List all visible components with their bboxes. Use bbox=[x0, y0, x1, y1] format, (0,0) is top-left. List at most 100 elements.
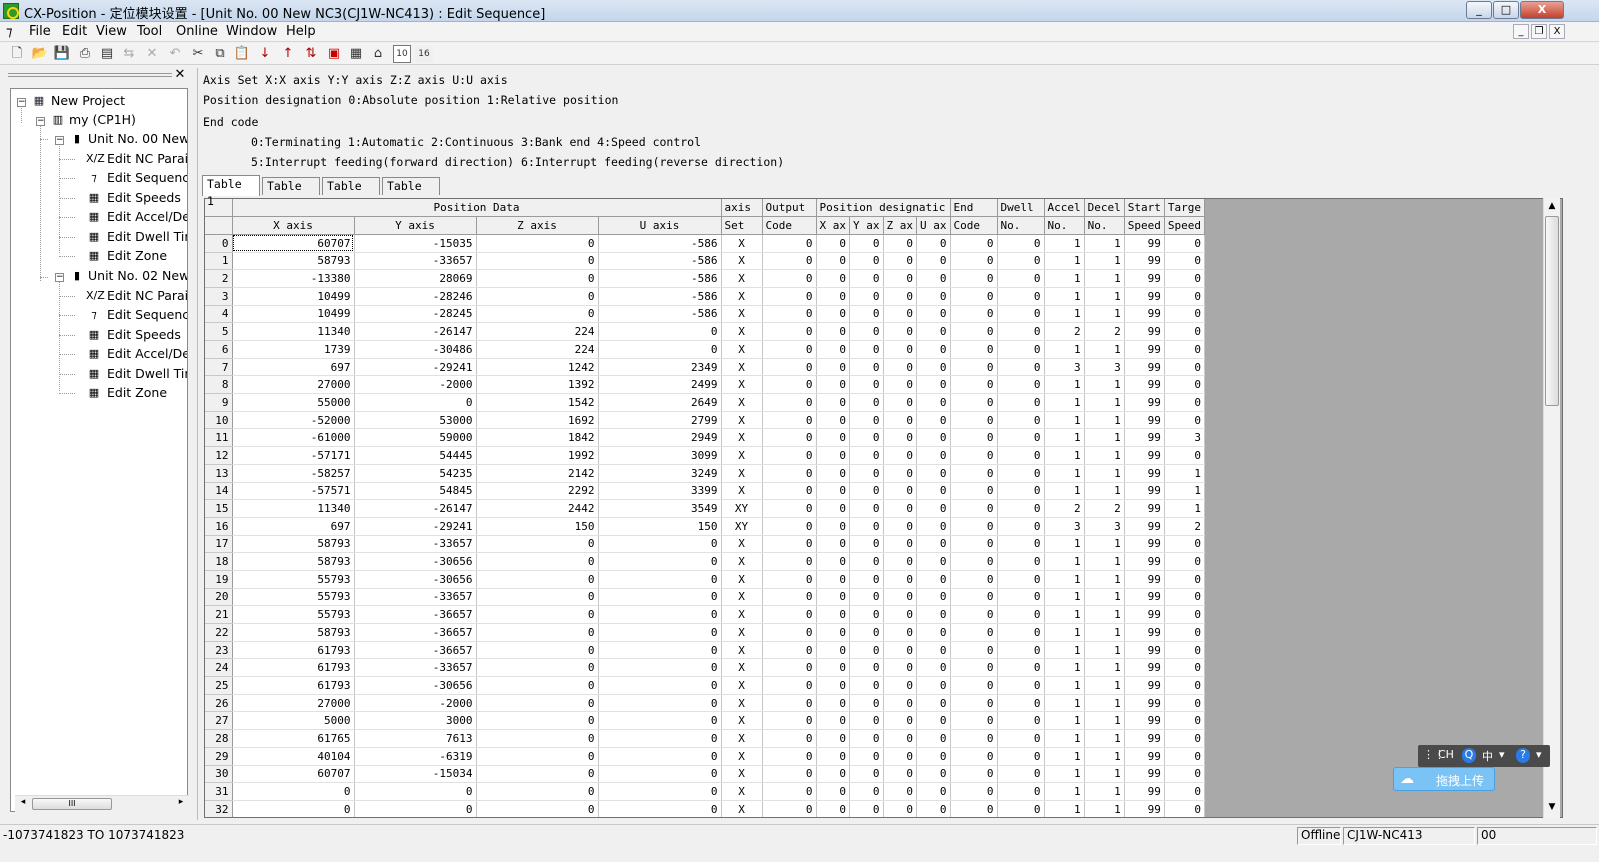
panel-close-icon[interactable]: ✕ bbox=[173, 68, 187, 82]
accel-no-cell[interactable]: 1 bbox=[1044, 800, 1085, 817]
pos-z-cell[interactable]: 0 bbox=[883, 800, 917, 817]
axis-set-cell[interactable]: X bbox=[721, 428, 763, 448]
target-speed-cell[interactable]: 0 bbox=[1164, 552, 1206, 571]
pos-x-cell[interactable]: 0 bbox=[816, 765, 850, 784]
u-axis-cell[interactable]: 0 bbox=[598, 747, 722, 766]
y-axis-cell[interactable]: -33657 bbox=[354, 535, 477, 554]
pos-x-cell[interactable]: 0 bbox=[816, 747, 850, 766]
start-speed-cell[interactable]: 99 bbox=[1124, 623, 1165, 642]
ime-search-icon[interactable]: Q bbox=[1462, 748, 1476, 763]
u-axis-cell[interactable]: 0 bbox=[598, 322, 722, 341]
start-speed-cell[interactable]: 99 bbox=[1124, 375, 1165, 395]
pos-u-cell[interactable]: 0 bbox=[916, 765, 951, 784]
pos-u-cell[interactable]: 0 bbox=[916, 393, 951, 412]
dwell-no-cell[interactable]: 0 bbox=[997, 393, 1045, 412]
accel-no-cell[interactable]: 1 bbox=[1044, 234, 1085, 253]
decel-no-cell[interactable]: 1 bbox=[1084, 729, 1125, 748]
decel-no-cell[interactable]: 1 bbox=[1084, 269, 1125, 288]
start-speed-cell[interactable]: 99 bbox=[1124, 641, 1165, 660]
tree-item-edit-speeds[interactable]: Edit Speeds bbox=[107, 326, 181, 344]
start-speed-cell[interactable]: 99 bbox=[1124, 694, 1165, 713]
tree-item-edit-dwell[interactable]: Edit Dwell Tir bbox=[107, 228, 187, 246]
monitor-icon[interactable]: ▣ bbox=[325, 45, 343, 63]
pos-z-cell[interactable]: 0 bbox=[883, 747, 917, 766]
accel-no-cell[interactable]: 1 bbox=[1044, 375, 1085, 395]
row-number[interactable]: 29 bbox=[205, 747, 233, 766]
axis-set-cell[interactable]: X bbox=[721, 552, 763, 571]
pos-u-cell[interactable]: 0 bbox=[916, 747, 951, 766]
pos-u-cell[interactable]: 0 bbox=[916, 570, 951, 589]
scroll-down-arrow-icon[interactable]: ▼ bbox=[1546, 802, 1558, 812]
end-code-cell[interactable]: 0 bbox=[950, 605, 998, 624]
target-speed-cell[interactable]: 0 bbox=[1164, 588, 1206, 607]
pos-u-cell[interactable]: 0 bbox=[916, 482, 951, 501]
dwell-no-cell[interactable]: 0 bbox=[997, 605, 1045, 624]
dwell-no-cell[interactable]: 0 bbox=[997, 588, 1045, 607]
x-axis-cell[interactable]: 58793 bbox=[232, 535, 355, 554]
pos-y-cell[interactable]: 0 bbox=[849, 517, 884, 536]
y-axis-cell[interactable]: -2000 bbox=[354, 375, 477, 395]
x-axis-cell[interactable]: 10499 bbox=[232, 287, 355, 306]
dwell-no-cell[interactable]: 0 bbox=[997, 411, 1045, 430]
decel-no-cell[interactable]: 1 bbox=[1084, 676, 1125, 695]
open-icon[interactable]: 📂 bbox=[31, 45, 49, 63]
start-speed-cell[interactable]: 99 bbox=[1124, 517, 1165, 536]
axis-set-cell[interactable]: XY bbox=[721, 517, 763, 536]
tree-expander-plc[interactable]: − bbox=[36, 117, 45, 126]
ime-menu-icon[interactable]: ▾ bbox=[1536, 748, 1542, 761]
u-axis-cell[interactable]: 0 bbox=[598, 340, 722, 359]
start-speed-cell[interactable]: 99 bbox=[1124, 711, 1165, 731]
start-speed-cell[interactable]: 99 bbox=[1124, 234, 1165, 253]
target-speed-cell[interactable]: 0 bbox=[1164, 322, 1206, 341]
target-speed-cell[interactable]: 0 bbox=[1164, 676, 1206, 695]
pos-x-cell[interactable]: 0 bbox=[816, 269, 850, 288]
pos-u-cell[interactable]: 0 bbox=[916, 623, 951, 642]
pos-z-cell[interactable]: 0 bbox=[883, 269, 917, 288]
end-code-cell[interactable]: 0 bbox=[950, 375, 998, 395]
output-code-cell[interactable]: 0 bbox=[762, 623, 817, 642]
pos-x-cell[interactable]: 0 bbox=[816, 658, 850, 678]
output-code-cell[interactable]: 0 bbox=[762, 340, 817, 359]
pos-u-cell[interactable]: 0 bbox=[916, 464, 951, 483]
new-icon[interactable]: 🗋 bbox=[8, 45, 26, 63]
u-axis-cell[interactable]: -586 bbox=[598, 269, 722, 288]
z-axis-cell[interactable]: 1242 bbox=[476, 358, 599, 377]
decel-no-cell[interactable]: 1 bbox=[1084, 623, 1125, 642]
ime-help-icon[interactable]: ? bbox=[1516, 748, 1530, 763]
decel-no-cell[interactable]: 1 bbox=[1084, 765, 1125, 784]
u-axis-cell[interactable]: 2949 bbox=[598, 428, 722, 448]
axis-set-cell[interactable]: X bbox=[721, 729, 763, 748]
tab-table-1[interactable]: Table 1 bbox=[202, 175, 260, 208]
start-speed-cell[interactable]: 99 bbox=[1124, 782, 1165, 801]
accel-no-cell[interactable]: 1 bbox=[1044, 658, 1085, 678]
target-speed-cell[interactable]: 0 bbox=[1164, 393, 1206, 412]
start-speed-cell[interactable]: 99 bbox=[1124, 658, 1165, 678]
x-axis-cell[interactable]: 27000 bbox=[232, 375, 355, 395]
x-axis-cell[interactable]: -61000 bbox=[232, 428, 355, 448]
x-axis-cell[interactable]: 61793 bbox=[232, 658, 355, 678]
pos-y-cell[interactable]: 0 bbox=[849, 252, 884, 271]
decel-no-cell[interactable]: 1 bbox=[1084, 782, 1125, 801]
target-speed-cell[interactable]: 0 bbox=[1164, 411, 1206, 430]
target-speed-cell[interactable]: 0 bbox=[1164, 375, 1206, 395]
z-axis-cell[interactable]: 0 bbox=[476, 658, 599, 678]
pos-u-cell[interactable]: 0 bbox=[916, 340, 951, 359]
z-axis-cell[interactable]: 1392 bbox=[476, 375, 599, 395]
axis-set-cell[interactable]: X bbox=[721, 605, 763, 624]
pos-z-cell[interactable]: 0 bbox=[883, 252, 917, 271]
y-axis-cell[interactable]: 0 bbox=[354, 393, 477, 412]
x-axis-cell[interactable]: 697 bbox=[232, 358, 355, 377]
pos-u-cell[interactable]: 0 bbox=[916, 552, 951, 571]
end-code-cell[interactable]: 0 bbox=[950, 358, 998, 377]
start-speed-cell[interactable]: 99 bbox=[1124, 464, 1165, 483]
decel-no-cell[interactable]: 3 bbox=[1084, 517, 1125, 536]
save-icon[interactable]: 💾 bbox=[53, 45, 71, 63]
z-axis-cell[interactable]: 0 bbox=[476, 535, 599, 554]
accel-no-cell[interactable]: 1 bbox=[1044, 782, 1085, 801]
x-axis-cell[interactable]: -52000 bbox=[232, 411, 355, 430]
pos-z-cell[interactable]: 0 bbox=[883, 676, 917, 695]
z-axis-cell[interactable]: 0 bbox=[476, 234, 599, 253]
pos-u-cell[interactable]: 0 bbox=[916, 800, 951, 817]
row-number[interactable]: 2 bbox=[205, 269, 233, 288]
end-code-cell[interactable]: 0 bbox=[950, 517, 998, 536]
